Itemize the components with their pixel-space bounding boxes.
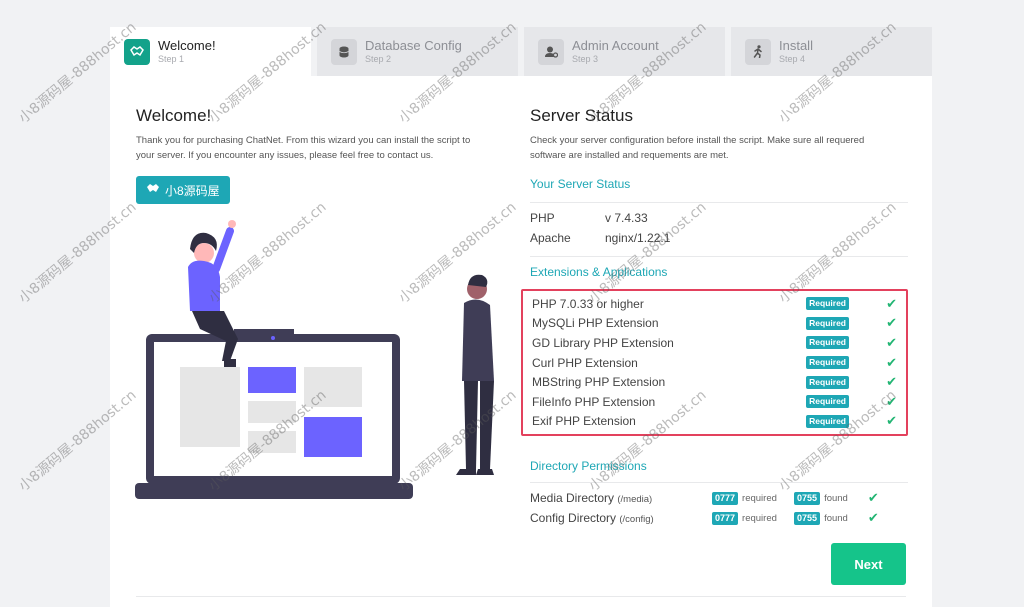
permission-row: Config Directory (/config) 0777 required… bbox=[530, 508, 908, 528]
server-status-title: Server Status bbox=[530, 106, 633, 125]
step-welcome[interactable]: Welcome! Step 1 bbox=[110, 27, 311, 76]
found-perm-label: found bbox=[824, 492, 848, 504]
required-badge: Required bbox=[806, 297, 849, 311]
extension-row: PHP 7.0.33 or higher Required ✔ bbox=[532, 294, 897, 314]
required-perm-label: required bbox=[742, 492, 777, 504]
extension-row: Exif PHP Extension Required ✔ bbox=[532, 412, 897, 432]
status-key: PHP bbox=[530, 211, 555, 225]
extensions-heading: Extensions & Applications bbox=[530, 265, 668, 279]
extension-name: FileInfo PHP Extension bbox=[532, 394, 656, 409]
step-title: Database Config bbox=[365, 38, 462, 53]
permissions-list: Media Directory (/media) 0777 required 0… bbox=[530, 488, 908, 528]
check-icon: ✔ bbox=[886, 413, 897, 429]
check-icon: ✔ bbox=[886, 334, 897, 350]
extension-row: FileInfo PHP Extension Required ✔ bbox=[532, 392, 897, 412]
directory-name: Config Directory bbox=[530, 511, 617, 526]
divider bbox=[530, 202, 908, 203]
directory-path: (/config) bbox=[619, 514, 654, 526]
welcome-panel: Welcome! Thank you for purchasing ChatNe… bbox=[136, 106, 516, 204]
step-subtitle: Step 2 bbox=[365, 54, 392, 64]
permission-row: Media Directory (/media) 0777 required 0… bbox=[530, 488, 908, 508]
running-icon bbox=[745, 38, 771, 65]
check-icon: ✔ bbox=[886, 295, 897, 311]
step-database-config[interactable]: Database Config Step 2 bbox=[317, 27, 518, 76]
extension-name: MySQLi PHP Extension bbox=[532, 316, 659, 331]
brand-button-label: 小8源码屋 bbox=[165, 183, 220, 198]
status-value: v 7.4.33 bbox=[605, 211, 648, 225]
wizard-card: Welcome! Thank you for purchasing ChatNe… bbox=[110, 76, 932, 607]
divider bbox=[530, 482, 908, 484]
check-icon: ✔ bbox=[886, 315, 897, 331]
server-desc-line1: Check your server configuration before i… bbox=[530, 135, 865, 146]
permission-name: Config Directory (/config) bbox=[530, 511, 712, 525]
welcome-description: Thank you for purchasing ChatNet. From t… bbox=[136, 133, 516, 163]
status-key: Apache bbox=[530, 231, 571, 245]
permissions-heading: Directory Permissions bbox=[530, 459, 647, 474]
database-icon bbox=[331, 38, 357, 65]
check-icon: ✔ bbox=[886, 374, 897, 390]
extension-name: Curl PHP Extension bbox=[532, 355, 638, 370]
step-subtitle: Step 3 bbox=[572, 54, 599, 64]
extension-name: MBString PHP Extension bbox=[532, 375, 666, 390]
extension-row: MySQLi PHP Extension Required ✔ bbox=[532, 314, 897, 334]
required-badge: Required bbox=[806, 375, 849, 389]
required-badge: Required bbox=[806, 356, 849, 370]
check-icon: ✔ bbox=[886, 354, 897, 370]
required-perm-badge: 0777 bbox=[712, 511, 739, 525]
step-install[interactable]: Install Step 4 bbox=[731, 27, 932, 76]
extension-row: MBString PHP Extension Required ✔ bbox=[532, 372, 897, 392]
status-value: nginx/1.22.1 bbox=[605, 231, 671, 245]
server-status-description: Check your server configuration before i… bbox=[530, 133, 908, 163]
extension-row: GD Library PHP Extension Required ✔ bbox=[532, 333, 897, 353]
step-subtitle: Step 1 bbox=[158, 54, 185, 64]
divider bbox=[136, 596, 906, 597]
required-badge: Required bbox=[806, 336, 849, 350]
welcome-illustration bbox=[135, 220, 494, 499]
welcome-desc-line1: Thank you for purchasing ChatNet. From t… bbox=[136, 135, 471, 146]
permission-name: Media Directory (/media) bbox=[530, 491, 712, 505]
handshake-icon bbox=[146, 183, 160, 197]
handshake-icon bbox=[124, 38, 150, 65]
server-status-row: Apache nginx/1.22.1 bbox=[530, 228, 908, 248]
check-icon: ✔ bbox=[867, 510, 879, 526]
server-status-list: PHP v 7.4.33 Apache nginx/1.22.1 bbox=[530, 208, 908, 248]
directory-path: (/media) bbox=[617, 494, 653, 506]
server-status-panel: Server Status Check your server configur… bbox=[521, 106, 908, 528]
step-subtitle: Step 4 bbox=[779, 54, 806, 64]
brand-button[interactable]: 小8源码屋 bbox=[136, 176, 230, 204]
wizard-steps: Welcome! Step 1 Database Config Step 2 A… bbox=[110, 27, 932, 76]
extension-name: Exif PHP Extension bbox=[532, 414, 636, 429]
server-desc-line2: software are installed and requements ar… bbox=[530, 150, 729, 161]
step-title: Install bbox=[779, 38, 813, 53]
found-perm-badge: 0755 bbox=[794, 511, 821, 525]
welcome-title: Welcome! bbox=[136, 106, 212, 125]
check-icon: ✔ bbox=[867, 490, 879, 506]
required-badge: Required bbox=[806, 316, 849, 330]
step-admin-account[interactable]: Admin Account Step 3 bbox=[524, 27, 725, 76]
required-badge: Required bbox=[806, 395, 849, 409]
check-icon: ✔ bbox=[886, 393, 897, 409]
next-button[interactable]: Next bbox=[831, 543, 906, 585]
required-badge: Required bbox=[806, 414, 849, 428]
found-perm-label: found bbox=[824, 512, 848, 524]
extension-name: PHP 7.0.33 or higher bbox=[532, 296, 644, 311]
required-perm-badge: 0777 bbox=[712, 491, 739, 505]
step-title: Admin Account bbox=[572, 38, 659, 53]
required-perm-label: required bbox=[742, 512, 777, 524]
step-title: Welcome! bbox=[158, 38, 216, 53]
server-status-heading: Your Server Status bbox=[530, 177, 631, 191]
extension-row: Curl PHP Extension Required ✔ bbox=[532, 353, 897, 373]
directory-name: Media Directory bbox=[530, 491, 615, 506]
welcome-desc-line2: your server. If you encounter any issues… bbox=[136, 150, 434, 161]
user-cog-icon bbox=[538, 38, 564, 65]
divider bbox=[530, 256, 908, 257]
extensions-list: PHP 7.0.33 or higher Required ✔ MySQLi P… bbox=[521, 289, 908, 437]
extension-name: GD Library PHP Extension bbox=[532, 335, 674, 350]
found-perm-badge: 0755 bbox=[794, 491, 821, 505]
server-status-row: PHP v 7.4.33 bbox=[530, 208, 908, 228]
